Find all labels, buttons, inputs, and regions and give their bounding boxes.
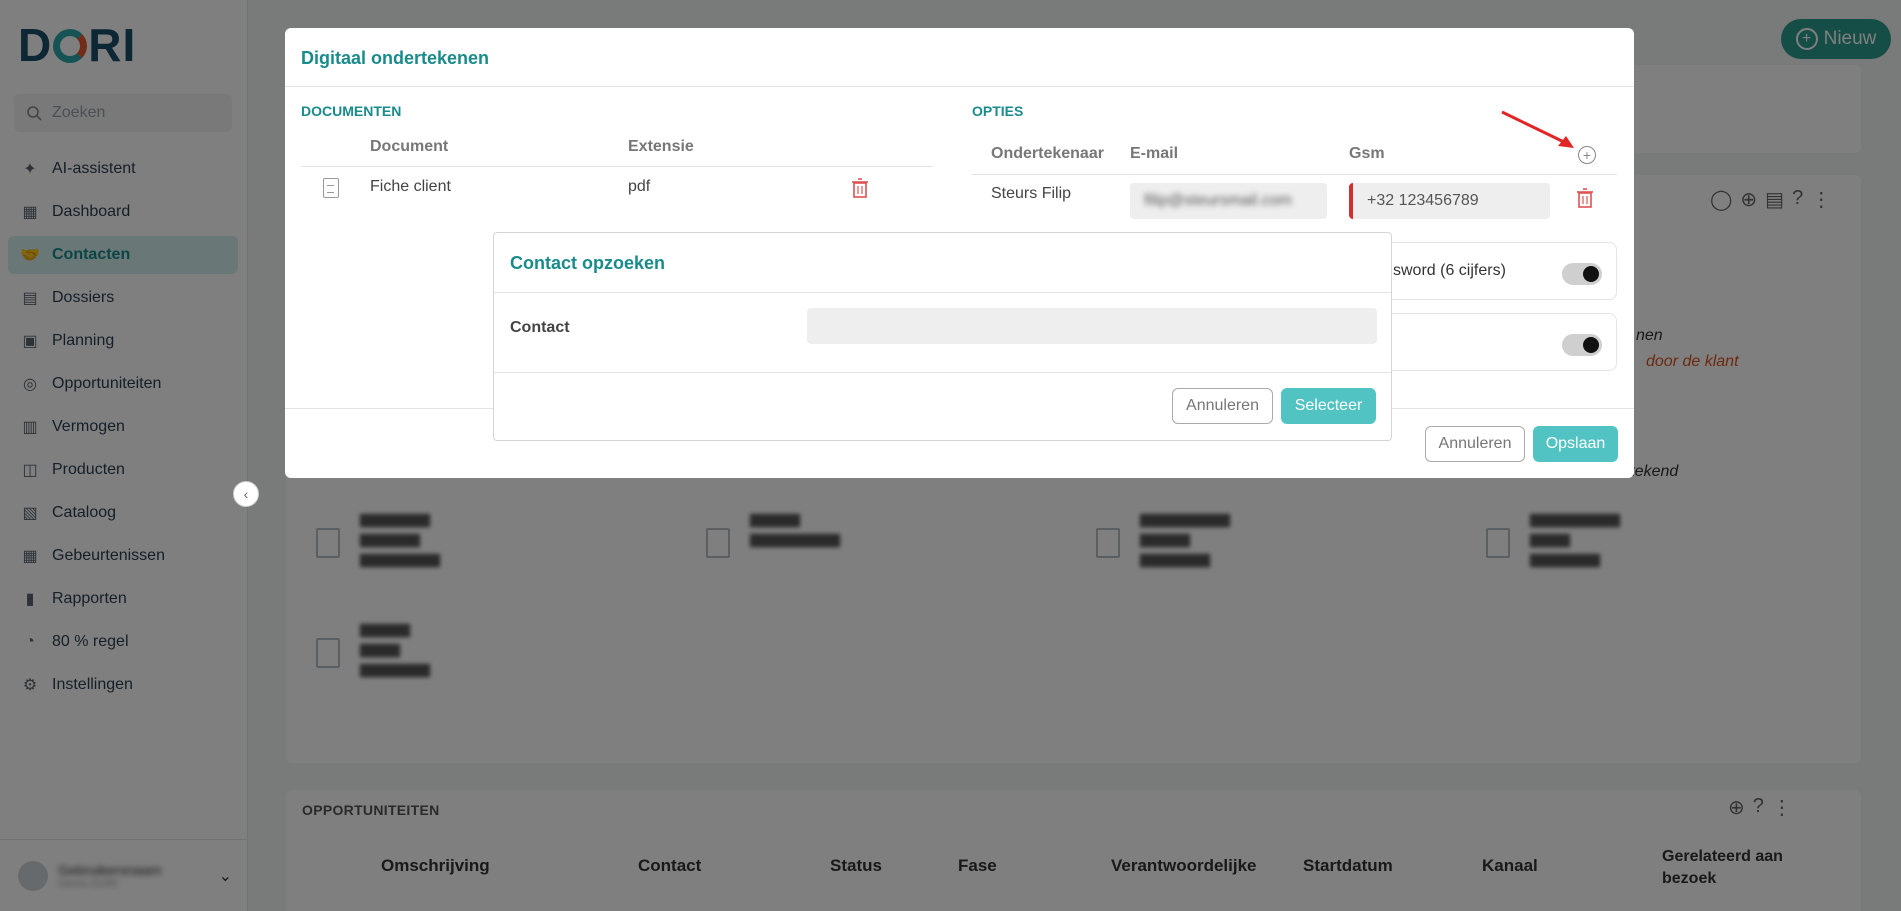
document-extension: pdf	[628, 178, 651, 195]
collapse-sidebar-button[interactable]: ‹	[233, 481, 259, 507]
modal-cancel-button[interactable]: Annuleren	[1425, 426, 1525, 462]
documents-section-label: DOCUMENTEN	[301, 103, 402, 119]
signer-gsm-field[interactable]: +32 123456789	[1349, 183, 1550, 219]
dialog-cancel-button[interactable]: Annuleren	[1172, 388, 1273, 424]
signer-header-gsm: Gsm	[1349, 145, 1385, 162]
password-toggle[interactable]	[1562, 263, 1602, 285]
document-name: Fiche client	[370, 178, 451, 195]
options-section-label: OPTIES	[972, 103, 1024, 119]
add-signer-icon[interactable]: +	[1578, 146, 1596, 164]
contact-input[interactable]	[807, 308, 1377, 344]
document-icon	[323, 178, 339, 198]
dialog-title: Contact opzoeken	[510, 253, 666, 273]
red-arrow-annotation	[1501, 110, 1574, 148]
chevron-left-icon: ‹	[243, 486, 249, 502]
modal-save-button[interactable]: Opslaan	[1533, 426, 1618, 462]
divider	[972, 174, 1617, 175]
option-toggle[interactable]	[1562, 334, 1602, 356]
divider	[494, 292, 1391, 293]
delete-document-icon[interactable]	[851, 178, 869, 198]
signer-email-field[interactable]: filip@steursmail.com	[1130, 183, 1327, 219]
modal-title: Digitaal ondertekenen	[301, 48, 490, 68]
signer-header-name: Ondertekenaar	[991, 145, 1104, 162]
signer-header-email: E-mail	[1130, 145, 1179, 162]
divider	[285, 86, 1634, 87]
signer-name: Steurs Filip	[991, 185, 1072, 202]
divider	[301, 166, 933, 167]
contact-label: Contact	[510, 319, 570, 336]
divider	[494, 372, 1391, 373]
option-password-label: sword (6 cijfers)	[1393, 262, 1506, 279]
doc-header-document: Document	[370, 138, 449, 155]
dialog-select-button[interactable]: Selecteer	[1281, 388, 1376, 424]
doc-header-extension: Extensie	[628, 138, 694, 155]
contact-lookup-dialog: Contact opzoeken Contact Annuleren Selec…	[493, 232, 1392, 441]
delete-signer-icon[interactable]	[1576, 188, 1594, 208]
